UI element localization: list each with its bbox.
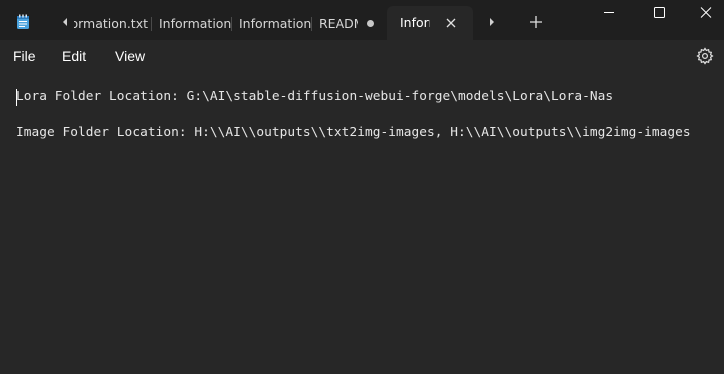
menu-edit[interactable]: Edit	[62, 40, 86, 72]
tab-label: Information.txt	[239, 16, 311, 31]
tab-separator	[231, 17, 232, 31]
close-tab-icon[interactable]	[443, 15, 459, 31]
maximize-icon[interactable]	[636, 0, 682, 32]
tab-readme[interactable]: README.md	[313, 8, 358, 40]
minimize-icon[interactable]	[586, 0, 632, 32]
tab-label: README.md	[319, 16, 358, 31]
scroll-tabs-right-button[interactable]	[483, 12, 501, 32]
tab-separator	[311, 17, 312, 31]
editor-line: Image Folder Location: H:\\AI\\outputs\\…	[16, 125, 691, 140]
caret-right-icon	[490, 18, 494, 26]
tab-active[interactable]: Information.txt	[387, 6, 473, 40]
gear-icon[interactable]	[696, 47, 714, 65]
menu-bar: File Edit View	[0, 40, 724, 72]
tab-label: Information.txt	[400, 15, 430, 30]
unsaved-dot-icon	[367, 20, 374, 27]
plus-icon[interactable]	[526, 12, 546, 32]
text-editor[interactable]: Lora Folder Location: G:\AI\stable-diffu…	[0, 72, 724, 374]
tab-information-2[interactable]: Information.txt	[153, 8, 231, 40]
title-bar: Information.txt Information.txt Informat…	[0, 0, 724, 40]
tab-separator	[151, 17, 152, 31]
menu-view[interactable]: View	[115, 40, 145, 72]
tab-information-3[interactable]: Information.txt	[233, 8, 311, 40]
text-caret	[16, 89, 17, 106]
scroll-tabs-left-button[interactable]	[56, 12, 74, 32]
editor-line: Lora Folder Location: G:\AI\stable-diffu…	[16, 89, 614, 104]
menu-file[interactable]: File	[13, 40, 36, 72]
tab-label: Information.txt	[159, 16, 231, 31]
close-icon[interactable]	[682, 0, 724, 32]
tab-information-1[interactable]: Information.txt	[74, 8, 148, 40]
notepad-icon	[17, 14, 29, 29]
tab-label: Information.txt	[74, 16, 148, 31]
caret-left-icon	[63, 18, 67, 26]
